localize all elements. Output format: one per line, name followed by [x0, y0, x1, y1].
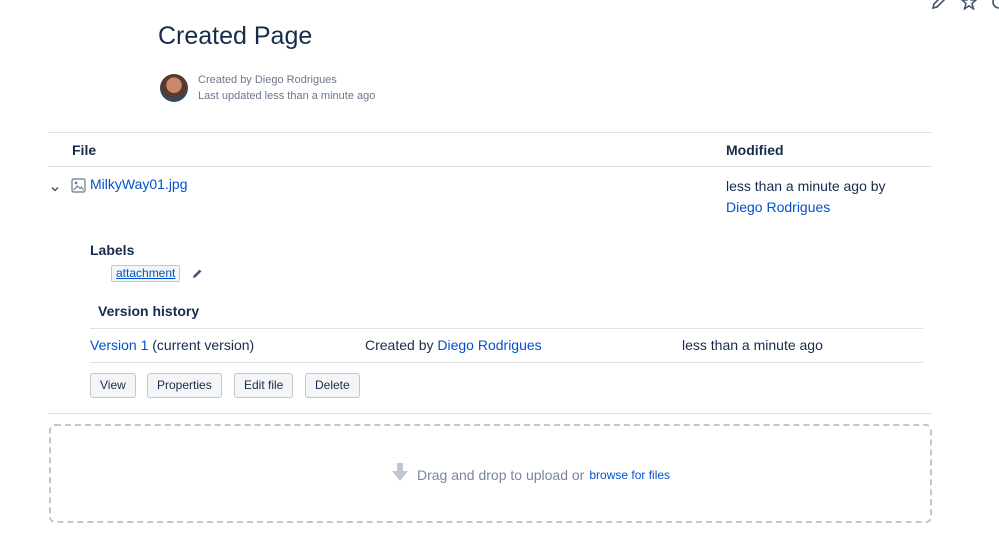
version-history-heading: Version history [98, 303, 200, 319]
file-link[interactable]: MilkyWay01.jpg [90, 176, 188, 192]
column-header-file: File [72, 142, 97, 158]
version-status: (current version) [152, 337, 255, 353]
page-title: Created Page [158, 22, 313, 50]
table-header-divider [48, 166, 932, 167]
page-toolbar [931, 0, 999, 15]
star-icon[interactable] [960, 0, 978, 15]
edit-labels-icon[interactable] [192, 266, 203, 284]
version-history-bottom-divider [90, 362, 923, 363]
modified-cell: less than a minute ago by Diego Rodrigue… [726, 176, 886, 218]
watch-icon[interactable] [991, 0, 999, 15]
page-byline: Created by Diego Rodrigues Last updated … [160, 72, 375, 104]
version-created-cell: Created by Diego Rodrigues [365, 337, 542, 353]
modified-text: less than a minute ago by [726, 178, 886, 194]
labels-heading: Labels [90, 242, 135, 258]
version-history-top-divider [90, 328, 923, 329]
label-chip[interactable]: attachment [111, 265, 181, 282]
image-file-icon [71, 178, 86, 198]
created-by-text: Created by Diego Rodrigues [198, 74, 337, 86]
last-updated-text: Last updated less than a minute ago [198, 90, 376, 102]
dropzone-text: Drag and drop to upload or [417, 466, 585, 483]
table-bottom-divider [48, 413, 932, 414]
edit-file-button[interactable]: Edit file [234, 373, 294, 398]
column-header-modified: Modified [726, 142, 784, 158]
download-arrow-icon [391, 462, 409, 487]
properties-button[interactable]: Properties [147, 373, 222, 398]
version-time: less than a minute ago [682, 337, 823, 353]
edit-icon[interactable] [931, 0, 947, 15]
view-button[interactable]: View [90, 373, 136, 398]
version-created-prefix: Created by [365, 337, 434, 353]
upload-dropzone[interactable]: Drag and drop to upload or browse for fi… [49, 424, 932, 523]
delete-button[interactable]: Delete [305, 373, 360, 398]
version-cell: Version 1 (current version) [90, 337, 254, 353]
version-creator-link[interactable]: Diego Rodrigues [437, 337, 541, 353]
modified-user-link[interactable]: Diego Rodrigues [726, 199, 830, 215]
avatar[interactable] [160, 74, 188, 102]
chevron-down-icon[interactable] [50, 181, 60, 192]
version-link[interactable]: Version 1 [90, 337, 148, 353]
browse-files-link[interactable]: browse for files [589, 468, 670, 482]
table-top-divider [48, 132, 932, 133]
